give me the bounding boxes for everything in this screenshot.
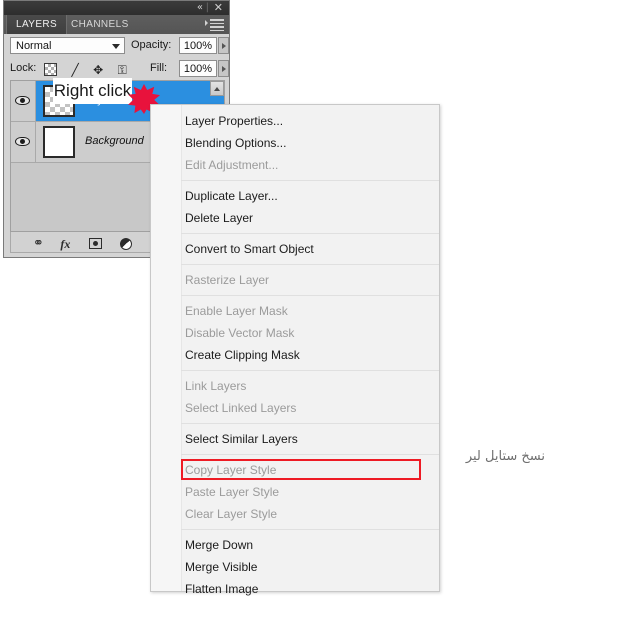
menu-separator xyxy=(181,233,439,234)
menu-separator xyxy=(181,423,439,424)
menu-item: Disable Vector Mask xyxy=(185,326,295,340)
menu-separator xyxy=(181,529,439,530)
panel-titlebar: « | ✕ xyxy=(4,1,229,15)
menu-separator xyxy=(181,180,439,181)
lock-position-icon[interactable]: ✥ xyxy=(93,64,103,76)
menu-item: Enable Layer Mask xyxy=(185,304,288,318)
menu-separator xyxy=(181,295,439,296)
menu-item: Paste Layer Style xyxy=(185,485,280,499)
opacity-label: Opacity: xyxy=(131,39,172,51)
blend-mode-value: Normal xyxy=(16,40,52,52)
menu-item[interactable]: Convert to Smart Object xyxy=(151,238,439,260)
menu-item: Link Layers xyxy=(185,379,247,393)
menu-item[interactable]: Blending Options... xyxy=(151,132,439,154)
lock-all-icon[interactable]: ⚿ xyxy=(118,64,127,76)
menu-item: Clear Layer Style xyxy=(185,507,278,521)
lock-image-pixels-icon[interactable]: ╱ xyxy=(71,64,78,76)
eye-icon xyxy=(15,94,30,107)
new-adjustment-layer-icon[interactable] xyxy=(120,237,133,250)
opacity-input[interactable]: 100% xyxy=(179,37,217,54)
add-layer-mask-icon[interactable] xyxy=(88,238,102,250)
menu-item[interactable]: Merge Visible xyxy=(151,556,439,578)
menu-item-list: Layer Properties... Blending Options... Ed… xyxy=(151,110,439,600)
scrollbar-up-arrow[interactable] xyxy=(210,81,224,96)
eye-icon xyxy=(15,135,30,148)
close-icon[interactable]: ✕ xyxy=(214,2,223,14)
menu-separator xyxy=(181,370,439,371)
lock-transparent-pixels-icon[interactable] xyxy=(44,63,57,77)
layer-name-label: Background xyxy=(85,135,144,147)
menu-item[interactable]: Select Similar Layers xyxy=(151,428,439,450)
menu-separator xyxy=(181,264,439,265)
layer-style-fx-icon[interactable]: fx xyxy=(60,237,70,251)
layer-visibility-toggle[interactable] xyxy=(11,122,36,162)
right-click-callout-label: Right click xyxy=(53,78,132,104)
menu-item[interactable]: Create Clipping Mask xyxy=(151,344,439,366)
panel-menu-icon[interactable] xyxy=(205,19,224,32)
opacity-stepper[interactable] xyxy=(218,37,229,54)
fill-input[interactable]: 100% xyxy=(179,60,217,77)
fill-stepper[interactable] xyxy=(218,60,229,77)
blend-mode-row: Normal Opacity: 100% xyxy=(4,34,229,57)
menu-item: Rasterize Layer xyxy=(185,273,270,287)
menu-item[interactable]: Layer Properties... xyxy=(151,110,439,132)
menu-separator xyxy=(181,454,439,455)
layer-context-menu: Layer Properties... Blending Options... Ed… xyxy=(150,104,440,596)
blend-mode-select[interactable]: Normal xyxy=(10,37,125,54)
persian-annotation-text: نسخ ستایل لیر xyxy=(465,449,545,464)
menu-item[interactable]: Duplicate Layer... xyxy=(151,185,439,207)
tab-layers[interactable]: LAYERS xyxy=(6,15,68,34)
titlebar-separator: | xyxy=(205,2,209,13)
link-layers-icon[interactable]: ⚭ xyxy=(33,236,44,251)
lock-row: Lock: ╱ ✥ ⚿ Fill: 100% xyxy=(4,57,229,80)
layer-thumbnail[interactable] xyxy=(43,126,75,158)
menu-item: Select Linked Layers xyxy=(185,401,297,415)
tab-channels[interactable]: CHANNELS xyxy=(62,15,138,34)
menu-item[interactable]: Merge Down xyxy=(151,534,439,556)
panel-tab-strip: LAYERS CHANNELS xyxy=(4,15,229,34)
collapse-double-arrow-icon[interactable]: « xyxy=(197,2,203,14)
chevron-down-icon xyxy=(112,44,120,49)
menu-item[interactable]: Flatten Image xyxy=(151,578,439,600)
menu-item: Edit Adjustment... xyxy=(185,158,279,172)
lock-icon-group: ╱ ✥ ⚿ xyxy=(44,61,137,79)
layer-visibility-toggle[interactable] xyxy=(11,81,36,121)
lock-label: Lock: xyxy=(10,62,37,74)
menu-item[interactable]: Delete Layer xyxy=(151,207,439,229)
fill-label: Fill: xyxy=(150,62,168,74)
menu-item: Copy Layer Style xyxy=(185,463,277,477)
